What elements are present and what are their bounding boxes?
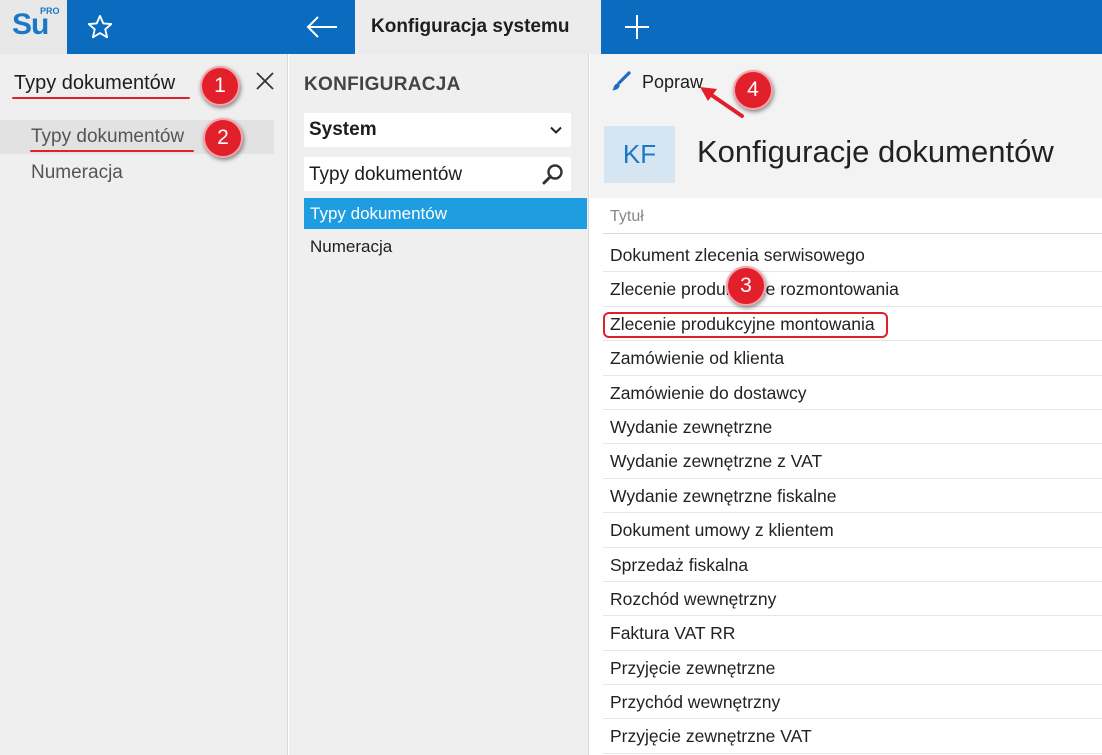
table-row[interactable]: Dokument zlecenia serwisowego [603, 238, 1102, 273]
star-icon [87, 14, 113, 39]
plus-icon [625, 15, 649, 39]
logo-badge: PRO [40, 6, 60, 16]
page-header: KF Konfiguracje dokumentów [590, 112, 1102, 198]
menu-item-label: Typy dokumentów [31, 126, 185, 147]
tab-label: Konfiguracja systemu [371, 16, 570, 37]
back-button[interactable] [288, 0, 355, 54]
annotation-highlight-row [603, 312, 888, 338]
row-title: Sprzedaż fiskalna [610, 554, 749, 575]
row-title: Wydanie zewnętrzne fiskalne [610, 485, 837, 506]
toolbar: Popraw [590, 54, 1102, 112]
annotation-underline-2 [30, 150, 194, 152]
table-row[interactable]: Zlecenie produkcyjne rozmontowania [603, 272, 1102, 307]
avatar-text: KF [622, 139, 657, 169]
page-title: Konfiguracje dokumentów [697, 134, 1054, 169]
app-logo[interactable]: Su PRO [0, 0, 67, 54]
config-item-label: Numeracja [310, 237, 393, 256]
row-title: Rozchód wewnętrzny [610, 588, 777, 609]
edit-button-label: Popraw [642, 71, 704, 92]
table-row[interactable]: Przyjęcie zewnętrzne VAT [603, 719, 1102, 754]
row-title: Wydanie zewnętrzne z VAT [610, 451, 823, 472]
add-tab-button[interactable] [601, 0, 673, 54]
row-title: Przychód wewnętrzny [610, 692, 781, 713]
table-row[interactable]: Przyjęcie zewnętrzne [603, 651, 1102, 686]
row-title: Przyjęcie zewnętrzne [610, 657, 776, 678]
row-title: Przyjęcie zewnętrzne VAT [610, 726, 812, 747]
search-icon[interactable] [541, 162, 565, 186]
config-item-numeracja[interactable]: Numeracja [304, 231, 587, 262]
document-list: Tytuł Dokument zlecenia serwisowego Zlec… [603, 198, 1102, 755]
tab-konfiguracja-systemu[interactable]: Konfiguracja systemu [355, 0, 601, 54]
menu-item-label: Numeracja [31, 162, 123, 183]
arrow-left-icon [306, 16, 337, 38]
row-title: Wydanie zewnętrzne [610, 416, 773, 437]
left-navigation-pane: Typy dokumentów Typy dokumentów Numeracj… [0, 54, 288, 755]
brush-icon [612, 71, 631, 91]
table-row[interactable]: Zamówienie do dostawcy [603, 376, 1102, 410]
table-row[interactable]: Przychód wewnętrzny [603, 685, 1102, 720]
table-row[interactable]: Sprzedaż fiskalna [603, 548, 1102, 582]
annotation-badge-2: 2 [203, 118, 243, 158]
row-title: Dokument umowy z klientem [610, 520, 834, 541]
annotation-underline-1 [12, 97, 190, 99]
config-item-typy-dokumentow[interactable]: Typy dokumentów [304, 198, 587, 229]
row-title: Zamówienie od klienta [610, 348, 785, 369]
configuration-heading: KONFIGURACJA [304, 74, 461, 95]
table-row[interactable]: Dokument umowy z klientem [603, 513, 1102, 548]
column-header-title[interactable]: Tytuł [603, 198, 1102, 234]
table-row[interactable]: Rozchód wewnętrzny [603, 582, 1102, 617]
edit-button[interactable]: Popraw [610, 68, 703, 96]
row-title: Zamówienie do dostawcy [610, 382, 807, 403]
category-select[interactable]: System [304, 113, 571, 147]
chevron-down-icon [550, 126, 562, 134]
configuration-search-input[interactable]: Typy dokumentów [304, 157, 571, 191]
row-title: Dokument zlecenia serwisowego [610, 245, 865, 265]
table-row[interactable]: Faktura VAT RR [603, 616, 1102, 651]
annotation-badge-3: 3 [726, 266, 766, 306]
row-title: Faktura VAT RR [610, 623, 736, 644]
avatar: KF [604, 126, 675, 183]
column-header-label: Tytuł [610, 208, 644, 225]
category-select-value: System [309, 119, 377, 140]
configuration-search-value: Typy dokumentów [309, 164, 463, 185]
favorites-button[interactable] [67, 0, 133, 54]
menu-search-input[interactable]: Typy dokumentów [14, 72, 175, 95]
annotation-badge-4: 4 [733, 70, 773, 110]
menu-item-numeracja[interactable]: Numeracja [0, 156, 274, 190]
table-row[interactable]: Wydanie zewnętrzne [603, 410, 1102, 445]
table-row[interactable]: Wydanie zewnętrzne fiskalne [603, 479, 1102, 514]
annotation-badge-1: 1 [200, 66, 240, 106]
configuration-pane: KONFIGURACJA System Typy dokumentów Typy… [289, 54, 589, 755]
top-bar: Su PRO Konfiguracja systemu [0, 0, 1102, 54]
close-icon[interactable] [254, 70, 276, 92]
config-item-label: Typy dokumentów [310, 204, 448, 223]
table-row[interactable]: Zamówienie od klienta [603, 341, 1102, 376]
document-configurations-pane: Popraw KF Konfiguracje dokumentów Tytuł … [590, 54, 1102, 755]
table-row[interactable]: Wydanie zewnętrzne z VAT [603, 444, 1102, 479]
